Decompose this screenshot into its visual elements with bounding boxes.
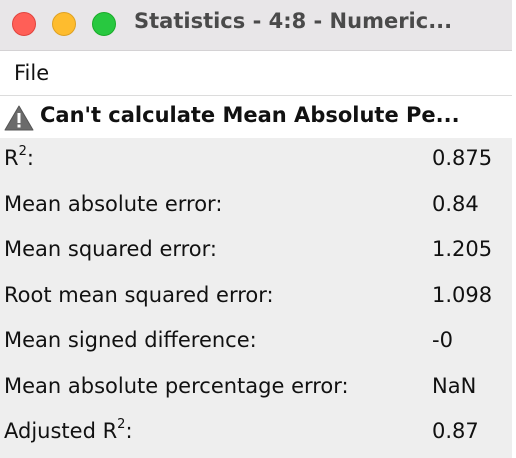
stat-value-msd: -0	[432, 328, 453, 352]
window-edge	[512, 0, 516, 458]
stat-label-r2: R2:	[4, 144, 34, 170]
stat-row-msd: Mean signed difference: -0	[0, 322, 516, 368]
stat-label-rmse: Root mean squared error:	[4, 282, 274, 307]
stat-row-mape: Mean absolute percentage error: NaN	[0, 368, 516, 414]
title-bar[interactable]: Statistics - 4:8 - Numeric...	[0, 0, 516, 51]
menu-bar: File	[0, 51, 516, 96]
stat-label-msd: Mean signed difference:	[4, 328, 257, 352]
maximize-window-button[interactable]	[92, 12, 116, 36]
stat-row-adjusted-r2: Adjusted R2: 0.87	[0, 413, 516, 458]
menu-file[interactable]: File	[14, 61, 49, 85]
statistics-window: Statistics - 4:8 - Numeric... File Can't…	[0, 0, 516, 458]
stat-value-mae: 0.84	[432, 191, 479, 216]
stat-value-mape: NaN	[432, 373, 477, 398]
stat-value-r2: 0.875	[432, 146, 493, 170]
stat-row-rmse: Root mean squared error: 1.098	[0, 277, 516, 323]
stat-label-mae: Mean absolute error:	[4, 191, 223, 216]
window-title: Statistics - 4:8 - Numeric...	[134, 9, 453, 33]
stat-label-mape: Mean absolute percentage error:	[4, 373, 349, 398]
stat-value-adjusted-r2: 0.87	[432, 419, 479, 443]
stat-label-mse: Mean squared error:	[4, 237, 217, 261]
warning-triangle-icon	[4, 105, 34, 131]
stat-label-adjusted-r2: Adjusted R2:	[4, 417, 133, 443]
close-window-button[interactable]	[12, 12, 36, 36]
minimize-window-button[interactable]	[52, 12, 76, 36]
warning-banner: Can't calculate Mean Absolute Pe...	[0, 96, 516, 138]
statistics-list: R2: 0.875 Mean absolute error: 0.84 Mean…	[0, 140, 516, 458]
warning-text: Can't calculate Mean Absolute Pe...	[40, 103, 460, 127]
stat-row-mae: Mean absolute error: 0.84	[0, 186, 516, 232]
stat-row-r2: R2: 0.875	[0, 140, 516, 186]
stat-row-mse: Mean squared error: 1.205	[0, 231, 516, 277]
stat-value-rmse: 1.098	[432, 282, 493, 307]
stat-value-mse: 1.205	[432, 237, 493, 261]
